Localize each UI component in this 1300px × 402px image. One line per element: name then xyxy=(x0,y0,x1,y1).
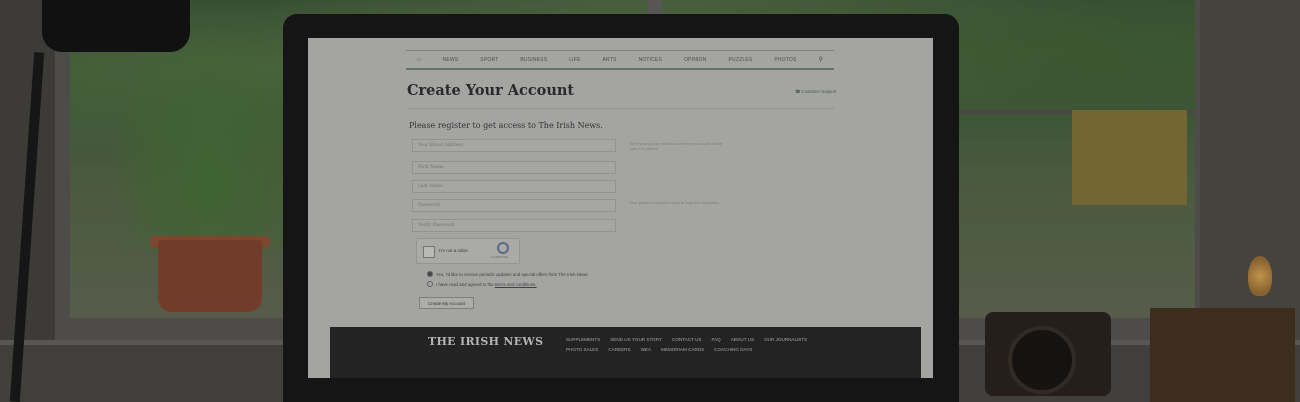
footer-link-faq[interactable]: FAQ xyxy=(711,337,720,342)
footer-link-memoriam[interactable]: MEMORIAM CARDS xyxy=(661,347,704,352)
nav-item-notices[interactable]: NOTICES xyxy=(638,57,662,63)
footer-link-send-story[interactable]: SEND US YOUR STORY xyxy=(610,337,662,342)
recaptcha-widget: I'm not a robot reCAPTCHA xyxy=(416,238,520,264)
wood-block-lamp xyxy=(1150,308,1295,402)
verify-password-field[interactable]: Verify Password xyxy=(412,219,616,232)
nav-item-opinion[interactable]: OPINION xyxy=(684,57,707,63)
home-icon[interactable]: ⌂ xyxy=(417,57,421,63)
footer-link-photo-sales[interactable]: PHOTO SALES xyxy=(566,347,598,352)
nav-item-life[interactable]: LIFE xyxy=(569,57,580,63)
password-field[interactable]: Password xyxy=(412,199,616,212)
camera-lens xyxy=(1008,326,1076,394)
nav-item-sport[interactable]: SPORT xyxy=(480,57,498,63)
footer-links-row-1: SUPPLEMENTS SEND US YOUR STORY CONTACT U… xyxy=(566,337,807,342)
recaptcha-brand: reCAPTCHA xyxy=(491,255,509,259)
recaptcha-icon xyxy=(497,242,509,254)
first-name-field[interactable]: First Name xyxy=(412,161,616,174)
create-account-button[interactable]: Create My Account xyxy=(419,297,474,309)
site-footer: THE IRISH NEWS SUPPLEMENTS SEND US YOUR … xyxy=(330,327,921,378)
last-name-field[interactable]: Last Name xyxy=(412,180,616,193)
footer-links-row-2: PHOTO SALES CAREERS WEA MEMORIAM CARDS C… xyxy=(566,347,752,352)
footer-link-wea[interactable]: WEA xyxy=(641,347,651,352)
register-intro: Please register to get access to The Iri… xyxy=(409,121,603,130)
optin-label: Yes, I'd like to receive periodic update… xyxy=(436,271,588,277)
nav-underline xyxy=(406,68,834,70)
footer-link-journalists[interactable]: OUR JOURNALISTS xyxy=(764,337,807,342)
terms-prefix: I have read and agreed to the xyxy=(436,281,494,287)
terms-option[interactable]: I have read and agreed to the terms and … xyxy=(427,281,537,287)
optin-radio-icon[interactable] xyxy=(427,271,433,277)
page-title: Create Your Account xyxy=(407,82,575,99)
footer-link-careers[interactable]: CAREERS xyxy=(608,347,630,352)
desk-lamp xyxy=(42,0,190,52)
recaptcha-checkbox[interactable] xyxy=(423,246,435,258)
main-nav: ⌂ NEWS SPORT BUSINESS LIFE ARTS NOTICES … xyxy=(406,50,834,68)
website-screen: ⌂ NEWS SPORT BUSINESS LIFE ARTS NOTICES … xyxy=(308,38,933,378)
light-bulb xyxy=(1248,256,1272,296)
nav-item-business[interactable]: BUSINESS xyxy=(520,57,547,63)
terms-radio-icon[interactable] xyxy=(427,281,433,287)
nav-item-arts[interactable]: ARTS xyxy=(602,57,616,63)
terms-link[interactable]: terms and conditions. xyxy=(495,282,537,287)
footer-logo[interactable]: THE IRISH NEWS xyxy=(428,335,543,348)
customer-support-link[interactable]: ☎ Customer Support xyxy=(795,89,836,95)
search-icon[interactable]: ⚲ xyxy=(819,56,823,63)
divider xyxy=(407,108,834,109)
nav-item-photos[interactable]: PHOTOS xyxy=(774,57,796,63)
flower-plant xyxy=(110,20,310,250)
password-hint: Your password needs to have at least fiv… xyxy=(630,201,720,205)
optin-option[interactable]: Yes, I'd like to receive periodic update… xyxy=(427,271,588,277)
nav-item-puzzles[interactable]: PUZZLES xyxy=(728,57,752,63)
flower-pot xyxy=(158,240,262,312)
yellow-cloth xyxy=(1072,110,1187,205)
footer-link-coaching[interactable]: COACHING DAYS xyxy=(714,347,752,352)
email-field[interactable]: Your Email Address xyxy=(412,139,616,152)
footer-link-contact[interactable]: CONTACT US xyxy=(672,337,701,342)
footer-link-about[interactable]: ABOUT US xyxy=(731,337,754,342)
nav-item-news[interactable]: NEWS xyxy=(443,57,459,63)
footer-link-supplements[interactable]: SUPPLEMENTS xyxy=(566,337,600,342)
recaptcha-label: I'm not a robot xyxy=(439,248,468,253)
email-hint: We'll send you an email to confirm your … xyxy=(630,142,722,151)
customer-support-label: Customer Support xyxy=(801,89,837,94)
